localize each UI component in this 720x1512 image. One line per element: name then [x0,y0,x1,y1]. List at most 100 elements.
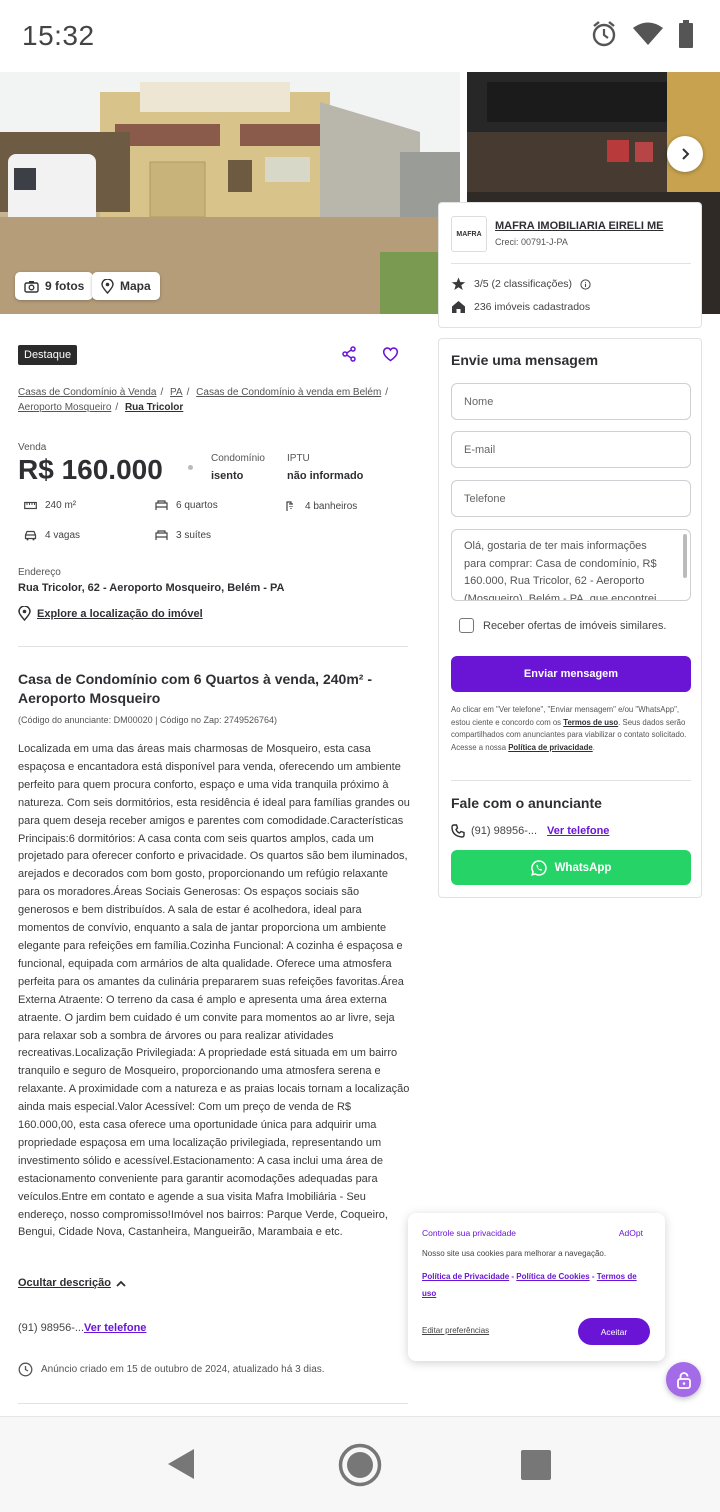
email-field[interactable] [451,431,691,468]
address: Rua Tricolor, 62 - Aeroporto Mosqueiro, … [18,582,285,594]
terms-suffix: . [592,742,595,752]
alarm-icon [592,21,616,47]
highlight-badge: Destaque [18,345,78,365]
hide-description-button[interactable]: Ocultar descrição [18,1277,126,1289]
battery-icon [679,20,693,48]
send-message-button[interactable]: Enviar mensagem [451,656,691,692]
breadcrumb-item[interactable]: Casas de Condomínio à venda em Belém [196,387,381,398]
info-icon[interactable] [580,278,591,290]
ruler-icon [24,501,37,510]
location-pin-icon [18,606,31,621]
listing-codes: (Código do anunciante: DM00020 | Código … [18,715,278,725]
feature-area-label: 240 m² [45,500,77,511]
photos-button[interactable]: 9 fotos [15,272,94,300]
feature-bathrooms: 4 banheiros [285,500,357,512]
address-label: Endereço [18,567,61,578]
home-button-icon[interactable] [338,1443,382,1487]
phone-field[interactable] [451,480,691,517]
iptu-fee: IPTU não informado [287,453,363,482]
chevron-right-icon [682,148,690,160]
feature-suites: 3 suítes [155,530,211,541]
similar-offers-label: Receber ofertas de imóveis similares. [483,619,667,632]
breadcrumb-current: Rua Tricolor [124,402,184,413]
iptu-value: não informado [287,470,364,482]
agency-name-link[interactable]: MAFRA IMOBILIARIA EIRELI ME [495,220,663,232]
contact-form-title: Envie uma mensagem [451,352,599,368]
contact-advertiser-title: Fale com o anunciante [451,795,602,811]
explore-location-link[interactable]: Explore a localização do imóvel [18,606,203,621]
message-textarea[interactable]: Olá, gostaria de ter mais informações pa… [451,529,691,601]
feature-suites-label: 3 suítes [176,530,212,541]
condo-fee: Condomínio isento [211,453,265,482]
similar-offers-checkbox[interactable] [459,618,474,633]
star-icon [451,277,466,290]
cookie-consent-title: Controle sua privacidade [422,1228,517,1238]
terms-notice: Ao clicar em "Ver telefone", "Enviar men… [451,704,691,754]
breadcrumb: Casas de Condomínio à Venda / PA / Casas d… [18,387,389,413]
accept-cookies-label: Aceitar [600,1326,628,1337]
advertiser-see-phone-link[interactable]: Ver telefone [547,825,609,837]
condo-fee-value: isento [211,470,244,482]
sale-type-label: Venda [18,442,47,453]
whatsapp-label: WhatsApp [554,861,612,874]
map-pin-icon [101,278,114,294]
shower-icon [286,501,293,511]
map-button[interactable]: Mapa [92,272,160,300]
breadcrumb-item[interactable]: Aeroporto Mosqueiro [18,402,111,413]
see-phone-link[interactable]: Ver telefone [84,1322,146,1334]
accept-cookies-button[interactable]: Aceitar [578,1318,650,1345]
next-photo-button[interactable] [667,136,703,172]
cookie-policy-links: Política de Privacidade - Política de Co… [422,1268,652,1302]
car-icon [24,530,37,541]
hide-description-label: Ocultar descrição [18,1277,111,1289]
cookie-consent-text: Nosso site usa cookies para melhorar a n… [422,1249,607,1258]
divider [18,646,408,647]
clock-icon [18,1362,33,1377]
breadcrumb-item[interactable]: PA [170,387,183,398]
privacy-settings-button[interactable] [666,1362,701,1397]
bed-icon [155,500,168,510]
iptu-label: IPTU [287,453,310,464]
map-label: Mapa [120,279,151,293]
feature-area: 240 m² [24,500,76,511]
agency-rating: 3/5 (2 classificações) [451,277,591,291]
property-photo-main[interactable]: 9 fotos Mapa [0,72,460,314]
edit-preferences-link[interactable]: Editar preferências [422,1326,489,1335]
contact-form-card: Envie uma mensagem Olá, gostaria de ter … [438,338,702,898]
feature-bathrooms-label: 4 banheiros [305,500,358,512]
agency-logo[interactable]: MAFRA [451,216,487,252]
whatsapp-button[interactable]: WhatsApp [451,850,691,885]
listing-description: Localizada em uma das áreas mais charmos… [18,743,410,1239]
cookie-policy-link[interactable]: Política de Cookies [516,1272,589,1281]
textarea-scrollbar[interactable] [683,534,687,578]
suite-bed-icon [155,530,168,540]
separator-dot [188,465,193,470]
breadcrumb-item[interactable]: Casas de Condomínio à Venda [18,387,156,398]
favorite-heart-icon[interactable] [382,346,399,362]
cookie-provider-brand: AdOpt [618,1228,643,1238]
advertiser-phone-partial: (91) 98956-... [471,825,538,837]
send-message-label: Enviar mensagem [523,668,619,680]
share-icon[interactable] [341,346,357,362]
cookie-consent-popup: Controle sua privacidade AdOpt Nosso sit… [408,1213,665,1361]
similar-offers-option[interactable]: Receber ofertas de imóveis similares. [459,618,666,633]
wifi-icon [633,22,663,45]
divider [451,780,691,781]
agency-listings: 236 imóveis cadastrados [451,300,590,314]
listing-title: Casa de Condomínio com 6 Quartos à venda… [18,671,372,706]
name-field[interactable] [451,383,691,420]
feature-parking-label: 4 vagas [45,530,81,541]
phone-icon [451,824,465,838]
privacy-policy-link[interactable]: Política de privacidade [508,743,593,752]
listing-created: Anúncio criado em 15 de outubro de 2024,… [18,1362,325,1377]
chevron-up-icon [116,1280,126,1287]
condo-fee-label: Condomínio [211,453,265,464]
back-icon[interactable] [166,1447,196,1481]
recent-apps-icon[interactable] [520,1449,552,1481]
photos-label: 9 fotos [45,279,85,293]
privacy-policy-link[interactable]: Política de Privacidade [422,1272,509,1281]
agency-rating-text: 3/5 (2 classificações) [474,278,573,290]
terms-link[interactable]: Termos de uso [563,718,618,727]
link-separator: - [511,1272,515,1281]
agency-card: MAFRA MAFRA IMOBILIARIA EIRELI ME Creci:… [438,202,702,328]
